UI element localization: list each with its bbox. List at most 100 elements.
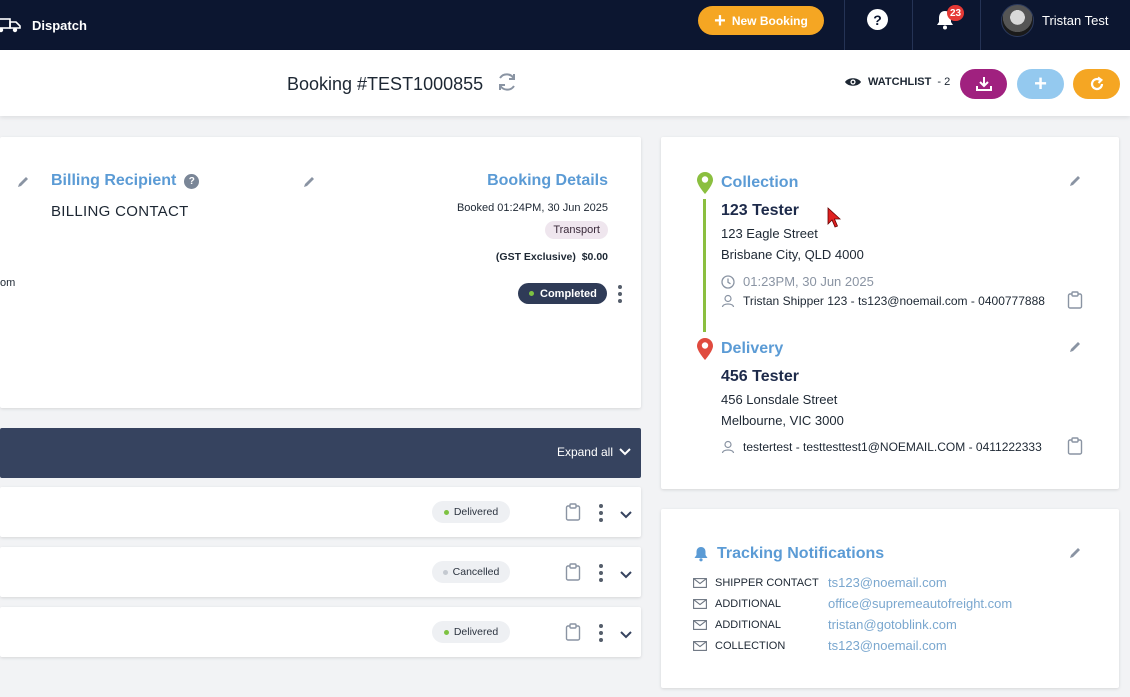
mail-icon (693, 577, 707, 588)
clipboard-icon[interactable] (565, 503, 581, 521)
status-badge: Delivered (432, 621, 510, 643)
gst-total: (GST Exclusive) $0.00 (496, 251, 608, 263)
notification-type: ADDITIONAL (693, 598, 828, 610)
list-item[interactable]: Delivered (0, 487, 641, 537)
download-button[interactable] (960, 69, 1007, 99)
help-icon[interactable]: ? (867, 9, 888, 30)
list-item: ADDITIONAL tristan@gotoblink.com (693, 617, 957, 632)
mail-icon (693, 598, 707, 609)
mail-icon (693, 640, 707, 651)
notification-label: SHIPPER CONTACT (715, 576, 819, 589)
watchlist-count: - 2 (937, 76, 951, 88)
add-button[interactable]: + (1017, 69, 1064, 99)
list-item: ADDITIONAL office@supremeautofreight.com (693, 596, 1012, 611)
brand[interactable]: Dispatch (0, 0, 87, 50)
more-options-icon[interactable] (599, 564, 603, 582)
chevron-down-icon[interactable] (620, 631, 632, 639)
billing-recipient-heading: Billing Recipient ? (51, 172, 200, 190)
more-options-icon[interactable] (599, 504, 603, 522)
notification-label: ADDITIONAL (715, 597, 782, 610)
clipboard-icon[interactable] (1067, 291, 1083, 309)
edit-pencil-icon[interactable] (1069, 175, 1081, 187)
map-pin-icon (697, 338, 713, 360)
expand-all-button[interactable]: Expand all (557, 445, 631, 459)
route-card: Collection 123 Tester 123 Eagle Street B… (661, 137, 1119, 489)
notification-email[interactable]: ts123@noemail.com (828, 575, 947, 590)
top-navbar: Dispatch + New Booking ? 23 Tristan Test (0, 0, 1130, 50)
clipboard-icon[interactable] (565, 623, 581, 641)
list-item[interactable]: Cancelled (0, 547, 641, 597)
gst-label: (GST Exclusive) (495, 251, 576, 263)
notification-type: COLLECTION (693, 640, 828, 652)
user-icon (721, 440, 735, 454)
refresh-icon[interactable] (496, 71, 518, 93)
status-label: Delivered (453, 506, 499, 518)
brand-label: Dispatch (32, 17, 87, 33)
avatar[interactable] (1001, 4, 1034, 37)
mouse-cursor-icon (827, 207, 841, 228)
download-icon (975, 77, 992, 91)
clock-icon (721, 274, 735, 289)
list-item[interactable]: Delivered (0, 607, 641, 657)
expand-all-label: Expand all (556, 445, 613, 459)
booking-header: Booking #TEST1000855 WATCHLIST - 2 + (0, 50, 1130, 116)
list-item: SHIPPER CONTACT ts123@noemail.com (693, 575, 947, 590)
plus-icon: + (714, 9, 726, 32)
notification-label: ADDITIONAL (715, 618, 782, 631)
eye-icon (845, 78, 861, 86)
edit-pencil-icon[interactable] (1069, 547, 1081, 559)
delivery-city: Melbourne, VIC 3000 (721, 413, 844, 428)
watchlist-toggle[interactable]: WATCHLIST - 2 (844, 76, 950, 88)
clipboard-icon[interactable] (1067, 437, 1083, 455)
booking-summary-card: Billing Recipient ? BILLING CONTACT om B… (0, 137, 641, 408)
edit-pencil-icon[interactable] (303, 176, 315, 188)
booking-type-badge: Transport (545, 221, 608, 239)
clipboard-icon[interactable] (565, 563, 581, 581)
billing-recipient-title: Billing Recipient (51, 172, 177, 189)
delivery-contact: testertest - testtesttest1@NOEMAIL.COM -… (721, 440, 1042, 454)
collection-contact-label: Tristan Shipper 123 - ts123@noemail.com … (743, 294, 1045, 308)
status-label: Delivered (453, 626, 499, 638)
status-badge: Cancelled (432, 561, 510, 583)
delivery-street: 456 Lonsdale Street (721, 392, 838, 407)
notification-email[interactable]: office@supremeautofreight.com (828, 596, 1012, 611)
more-options-icon[interactable] (599, 624, 603, 642)
collection-time-label: 01:23PM, 30 Jun 2025 (743, 274, 874, 289)
items-header-bar: Expand all (0, 428, 641, 478)
nav-divider (980, 0, 981, 50)
more-options-icon[interactable] (618, 285, 622, 303)
collection-street: 123 Eagle Street (721, 226, 818, 241)
mail-icon (693, 619, 707, 630)
new-booking-button[interactable]: + New Booking (698, 6, 824, 35)
notification-email[interactable]: tristan@gotoblink.com (828, 617, 957, 632)
booking-details-title: Booking Details (487, 172, 608, 189)
billing-contact-name: BILLING CONTACT (51, 203, 189, 220)
collection-name: 123 Tester (721, 202, 799, 219)
status-dot (443, 509, 449, 515)
edit-pencil-icon[interactable] (1069, 341, 1081, 353)
status-badge: Completed (518, 283, 607, 304)
delivery-title: Delivery (721, 340, 784, 357)
question-icon[interactable]: ? (184, 173, 200, 189)
collection-title: Collection (721, 174, 799, 191)
route-line (703, 199, 706, 332)
edit-pencil-icon[interactable] (17, 176, 29, 188)
map-pin-icon (697, 172, 713, 194)
truck-icon (0, 18, 21, 33)
chevron-down-icon[interactable] (620, 571, 632, 579)
status-badge: Delivered (432, 501, 510, 523)
notification-count-badge: 23 (947, 5, 965, 21)
notification-email[interactable]: ts123@noemail.com (828, 638, 947, 653)
booked-timestamp: Booked 01:24PM, 30 Jun 2025 (456, 202, 608, 214)
user-name[interactable]: Tristan Test (1042, 13, 1108, 28)
gst-amount: $0.00 (581, 251, 608, 263)
collection-city: Brisbane City, QLD 4000 (721, 247, 864, 262)
reload-button[interactable] (1073, 69, 1120, 99)
tracking-title: Tracking Notifications (717, 545, 885, 562)
watchlist-label: WATCHLIST (868, 76, 932, 88)
tracking-heading: Tracking Notifications (693, 545, 884, 563)
status-dot (442, 569, 448, 575)
collection-time: 01:23PM, 30 Jun 2025 (721, 274, 874, 289)
reload-icon (1090, 76, 1103, 91)
chevron-down-icon[interactable] (620, 511, 632, 519)
